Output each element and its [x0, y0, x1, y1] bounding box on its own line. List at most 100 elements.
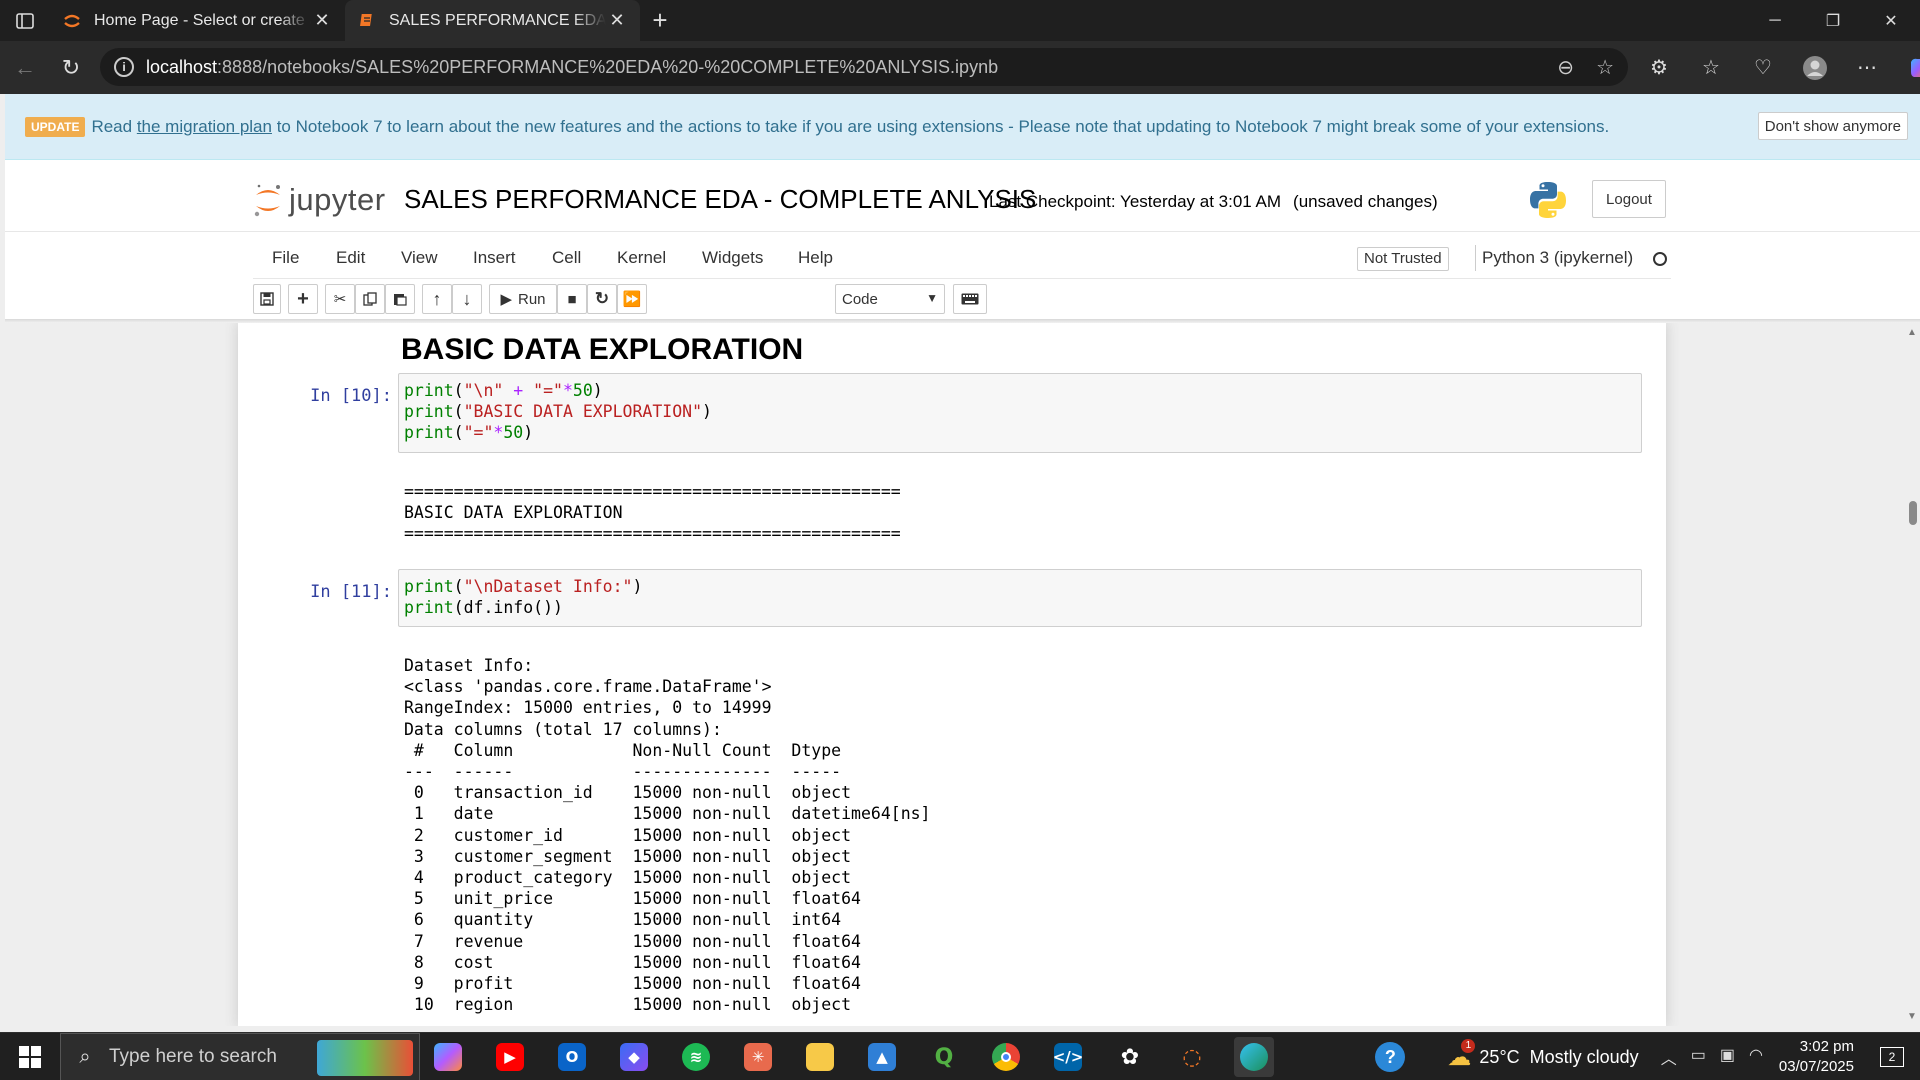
- show-hidden-icons-chevron-icon[interactable]: ︿: [1661, 1045, 1677, 1069]
- extensions-icon[interactable]: ⚙: [1640, 49, 1678, 87]
- address-bar[interactable]: i localhost:8888/notebooks/SALES%20PERFO…: [100, 48, 1628, 86]
- restart-run-all-icon[interactable]: ⏩: [617, 284, 647, 314]
- page-scrollbar[interactable]: ▲ ▼: [1905, 323, 1920, 1026]
- jupyter-app-icon[interactable]: ◌: [1172, 1037, 1212, 1077]
- search-highlight-icon: [317, 1040, 413, 1076]
- code-cell-input[interactable]: print("\n" + "="*50) print("BASIC DATA E…: [398, 373, 1642, 453]
- restore-icon[interactable]: ❐: [1804, 0, 1862, 41]
- menu-file[interactable]: File: [272, 237, 299, 279]
- update-banner: UPDATE Read the migration plan to Notebo…: [5, 94, 1920, 160]
- code-line: print(df.info()): [404, 598, 563, 617]
- command-palette-keyboard-icon[interactable]: [953, 284, 987, 314]
- notification-count: 2: [1880, 1047, 1904, 1067]
- help-icon[interactable]: ?: [1375, 1042, 1406, 1072]
- url-path: :8888/notebooks/SALES%20PERFORMANCE%20ED…: [217, 56, 999, 77]
- cut-icon[interactable]: ✂: [325, 284, 355, 314]
- jupyter-logo-text: jupyter: [289, 182, 386, 217]
- notebook-container: BASIC DATA EXPLORATION In [10]: print("\…: [238, 323, 1666, 1026]
- save-icon[interactable]: [253, 284, 281, 314]
- last-checkpoint: Last Checkpoint: Yesterday at 3:01 AM: [989, 192, 1282, 211]
- battery-icon[interactable]: ▭: [1691, 1045, 1706, 1069]
- browser-titlebar: Home Page - Select or create a notebook …: [0, 0, 1920, 41]
- tab-actions-icon[interactable]: [0, 0, 50, 41]
- menu-insert[interactable]: Insert: [473, 237, 516, 279]
- favorite-star-icon[interactable]: ☆: [1596, 55, 1614, 80]
- logout-button[interactable]: Logout: [1592, 180, 1666, 218]
- copy-icon[interactable]: [355, 284, 385, 314]
- banner-text-after: to Notebook 7 to learn about the new fea…: [276, 116, 1610, 136]
- profile-avatar-icon[interactable]: [1796, 49, 1834, 87]
- spotify-app-icon[interactable]: ≋: [676, 1037, 716, 1077]
- claude-app-icon[interactable]: ✳: [738, 1037, 778, 1077]
- restart-kernel-icon[interactable]: ↻: [587, 284, 617, 314]
- move-cell-down-icon[interactable]: ↓: [452, 284, 482, 314]
- favorites-icon[interactable]: ☆: [1692, 49, 1730, 87]
- dont-show-anymore-button[interactable]: Don't show anymore: [1757, 112, 1908, 140]
- scroll-down-icon[interactable]: ▼: [1907, 1011, 1917, 1022]
- cell-type-value: Code: [842, 290, 878, 308]
- code-line: print("BASIC DATA EXPLORATION"): [404, 402, 712, 421]
- copilot-icon[interactable]: [1900, 49, 1920, 87]
- run-button[interactable]: ▶ Run: [489, 284, 557, 314]
- back-icon[interactable]: ←: [2, 48, 48, 88]
- clipchamp-app-icon[interactable]: ◆: [614, 1037, 654, 1077]
- jupyter-page: UPDATE Read the migration plan to Notebo…: [5, 94, 1920, 1026]
- browser-essentials-icon[interactable]: ♡: [1744, 49, 1782, 87]
- menu-edit[interactable]: Edit: [336, 237, 365, 279]
- menu-kernel[interactable]: Kernel: [617, 237, 666, 279]
- close-tab-icon[interactable]: ✕: [311, 10, 333, 31]
- paste-icon[interactable]: [385, 284, 415, 314]
- taskbar-clock[interactable]: 3:02 pm 03/07/2025: [1779, 1037, 1854, 1077]
- scrollbar-thumb[interactable]: [1909, 501, 1917, 525]
- not-trusted-indicator[interactable]: Not Trusted: [1357, 247, 1449, 271]
- jupyter-favicon-icon: [62, 11, 82, 31]
- new-tab-icon[interactable]: +: [640, 0, 680, 41]
- browser-tab-notebook[interactable]: SALES PERFORMANCE EDA - COMPLETE ANLYSIS…: [345, 0, 640, 41]
- menu-cell[interactable]: Cell: [552, 237, 581, 279]
- cell-type-select[interactable]: Code ▼: [835, 284, 945, 314]
- close-tab-icon[interactable]: ✕: [606, 10, 628, 31]
- vscode-app-icon[interactable]: </>: [1048, 1037, 1088, 1077]
- menu-widgets[interactable]: Widgets: [702, 237, 763, 279]
- weather-widget[interactable]: ☁ 1 25°C Mostly cloudy: [1447, 1038, 1639, 1072]
- qlik-app-icon[interactable]: Q: [924, 1037, 964, 1077]
- markdown-heading[interactable]: BASIC DATA EXPLORATION: [401, 333, 803, 367]
- refresh-icon[interactable]: ↻: [48, 48, 94, 88]
- notebook-title[interactable]: SALES PERFORMANCE EDA - COMPLETE ANLYSIS: [404, 184, 1036, 215]
- jupyter-logo[interactable]: jupyter: [253, 180, 386, 220]
- chrome-app-icon[interactable]: [986, 1037, 1026, 1077]
- interrupt-kernel-icon[interactable]: ■: [557, 284, 587, 314]
- wifi-icon[interactable]: ◠: [1749, 1045, 1763, 1069]
- migration-plan-link[interactable]: the migration plan: [137, 117, 272, 137]
- file-explorer-app-icon[interactable]: [800, 1037, 840, 1077]
- weather-alert-badge: 1: [1461, 1038, 1476, 1053]
- photos-app-icon[interactable]: ▲: [862, 1037, 902, 1077]
- edge-app-icon[interactable]: [1234, 1037, 1274, 1077]
- windows-taskbar: ⌕ Type here to search ▶ O ◆ ≋ ✳ ▲ Q </> …: [0, 1032, 1920, 1080]
- search-icon: ⌕: [79, 1045, 91, 1068]
- system-tray: ? ☁ 1 25°C Mostly cloudy ︿ ▭ ▣ ◠ 3:02 pm …: [1375, 1033, 1920, 1080]
- reading-mode-icon[interactable]: ⊖: [1557, 55, 1574, 80]
- copilot-app-icon[interactable]: [428, 1037, 468, 1077]
- notification-center-icon[interactable]: 2: [1874, 1042, 1910, 1072]
- move-cell-up-icon[interactable]: ↑: [422, 284, 452, 314]
- youtube-app-icon[interactable]: ▶: [490, 1037, 530, 1077]
- outlook-app-icon[interactable]: O: [552, 1037, 592, 1077]
- menu-help[interactable]: Help: [798, 237, 833, 279]
- chatgpt-app-icon[interactable]: ✿: [1110, 1037, 1150, 1077]
- meet-now-icon[interactable]: ▣: [1720, 1045, 1735, 1069]
- browser-tab-home[interactable]: Home Page - Select or create a notebook …: [50, 0, 345, 41]
- site-info-icon[interactable]: i: [114, 57, 134, 77]
- insert-cell-below-icon[interactable]: +: [288, 284, 318, 314]
- code-cell-input[interactable]: print("\nDataset Info:") print(df.info()…: [398, 569, 1642, 627]
- close-window-icon[interactable]: ✕: [1862, 0, 1920, 41]
- taskbar-search-box[interactable]: ⌕ Type here to search: [60, 1033, 420, 1080]
- cell-output: ========================================…: [404, 482, 901, 544]
- start-windows-icon[interactable]: [0, 1033, 60, 1080]
- scroll-up-icon[interactable]: ▲: [1907, 327, 1917, 338]
- kernel-name[interactable]: Python 3 (ipykernel): [1475, 245, 1633, 271]
- menu-view[interactable]: View: [401, 237, 438, 279]
- banner-text-before: Read: [91, 116, 133, 136]
- minimize-icon[interactable]: ─: [1746, 0, 1804, 41]
- settings-more-icon[interactable]: ⋯: [1848, 49, 1886, 87]
